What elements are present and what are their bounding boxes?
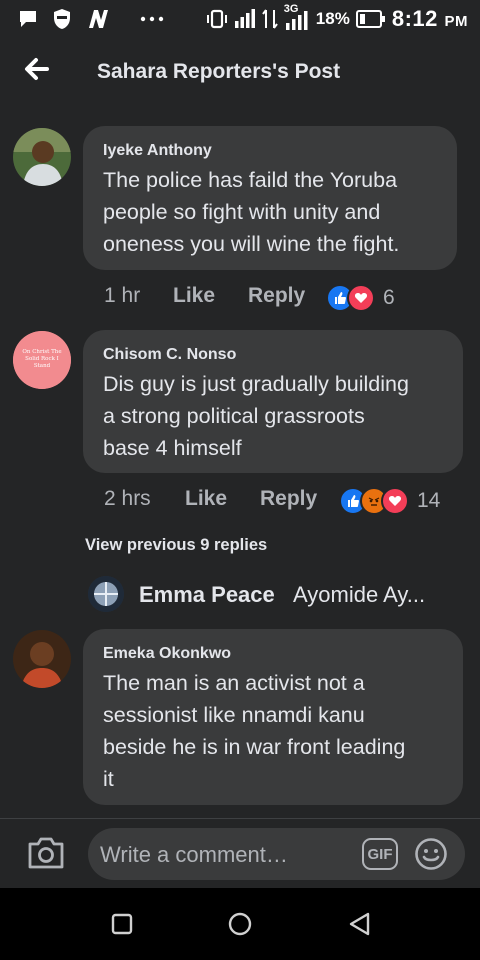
svg-text:Stand: Stand bbox=[34, 363, 51, 369]
notification-icons bbox=[18, 8, 166, 30]
like-button[interactable]: Like bbox=[173, 284, 215, 308]
triangle-back-icon bbox=[349, 912, 370, 936]
comment-text: Dis guy is just gradually building a str… bbox=[103, 372, 409, 460]
svg-text:On Christ The: On Christ The bbox=[22, 349, 61, 355]
back-arrow-icon bbox=[25, 58, 49, 80]
profile-photo-icon bbox=[13, 630, 71, 688]
reply-button[interactable]: Reply bbox=[260, 487, 317, 511]
comment-bubble[interactable]: Iyeke Anthony The police has faild the Y… bbox=[83, 126, 457, 270]
clock-ampm: PM bbox=[444, 13, 468, 30]
profile-photo-icon bbox=[88, 576, 124, 612]
reaction-summary[interactable]: 6 bbox=[326, 284, 395, 312]
battery-icon bbox=[355, 10, 385, 28]
square-icon bbox=[111, 913, 133, 935]
reaction-summary[interactable]: 14 bbox=[339, 487, 440, 515]
profile-photo-icon bbox=[13, 128, 71, 186]
latest-reply-preview[interactable]: Emma Peace Ayomide Ay... bbox=[88, 574, 468, 614]
avatar[interactable] bbox=[13, 128, 71, 186]
comment-input[interactable] bbox=[98, 828, 362, 882]
profile-text-graphic: On Christ The Solid Rock I Stand bbox=[13, 331, 71, 389]
comment-composer: GIF bbox=[0, 818, 480, 889]
news-app-icon bbox=[89, 10, 108, 28]
system-indicators: 3G 18% 8:12 PM bbox=[206, 3, 468, 32]
emoji-button[interactable] bbox=[414, 837, 448, 871]
avatar[interactable] bbox=[13, 630, 71, 688]
back-button[interactable] bbox=[20, 52, 54, 86]
comment-author[interactable]: Chisom C. Nonso bbox=[103, 346, 236, 364]
love-reaction-icon bbox=[347, 284, 375, 312]
camera-icon bbox=[28, 837, 64, 869]
smiley-icon bbox=[415, 838, 447, 870]
reaction-count: 14 bbox=[417, 489, 441, 512]
clock-time: 8:12 bbox=[391, 6, 438, 31]
clock: 8:12 PM bbox=[392, 6, 468, 32]
comment-author[interactable]: Iyeke Anthony bbox=[103, 142, 212, 160]
comment-time: 2 hrs bbox=[104, 487, 151, 510]
shield-icon bbox=[54, 9, 70, 29]
comment-author[interactable]: Emeka Okonkwo bbox=[103, 645, 231, 663]
reaction-count: 6 bbox=[383, 286, 395, 309]
battery-percent: 18% bbox=[315, 9, 350, 28]
comment-time: 1 hr bbox=[104, 284, 141, 307]
system-nav-bar bbox=[0, 888, 480, 960]
post-header: Sahara Reporters's Post bbox=[0, 38, 480, 104]
reply-snippet: Ayomide Ay... bbox=[293, 582, 426, 607]
comment-text: The police has faild the Yoruba people s… bbox=[103, 168, 400, 256]
data-arrows-icon bbox=[261, 9, 278, 29]
avatar[interactable]: On Christ The Solid Rock I Stand bbox=[13, 331, 71, 389]
recents-button[interactable] bbox=[108, 910, 136, 938]
signal-icon bbox=[234, 9, 255, 28]
avatar bbox=[88, 576, 124, 612]
comment-box: GIF bbox=[88, 828, 465, 882]
comment-text: The man is an activist not a sessionist … bbox=[103, 671, 406, 791]
comment-bubble[interactable]: Chisom C. Nonso Dis guy is just graduall… bbox=[83, 330, 463, 473]
gif-button[interactable]: GIF bbox=[362, 838, 398, 870]
more-notifications-icon bbox=[140, 16, 164, 22]
vibrate-icon bbox=[206, 9, 227, 29]
network-signal: 3G bbox=[284, 3, 310, 31]
like-button[interactable]: Like bbox=[185, 487, 227, 511]
camera-button[interactable] bbox=[26, 835, 66, 871]
comment-bubble[interactable]: Emeka Okonkwo The man is an activist not… bbox=[83, 629, 463, 805]
love-reaction-icon bbox=[381, 487, 409, 515]
back-nav-button[interactable] bbox=[346, 910, 374, 938]
chat-bubble-icon bbox=[20, 11, 36, 27]
svg-text:Solid Rock I: Solid Rock I bbox=[25, 356, 59, 362]
view-previous-replies-link[interactable]: View previous 9 replies bbox=[85, 536, 267, 555]
home-button[interactable] bbox=[226, 910, 254, 938]
signal-icon bbox=[285, 11, 308, 30]
reply-button[interactable]: Reply bbox=[248, 284, 305, 308]
status-bar: 3G 18% 8:12 PM bbox=[0, 0, 480, 38]
circle-icon bbox=[228, 912, 252, 936]
reply-author: Emma Peace bbox=[139, 582, 275, 607]
page-title: Sahara Reporters's Post bbox=[97, 60, 341, 83]
